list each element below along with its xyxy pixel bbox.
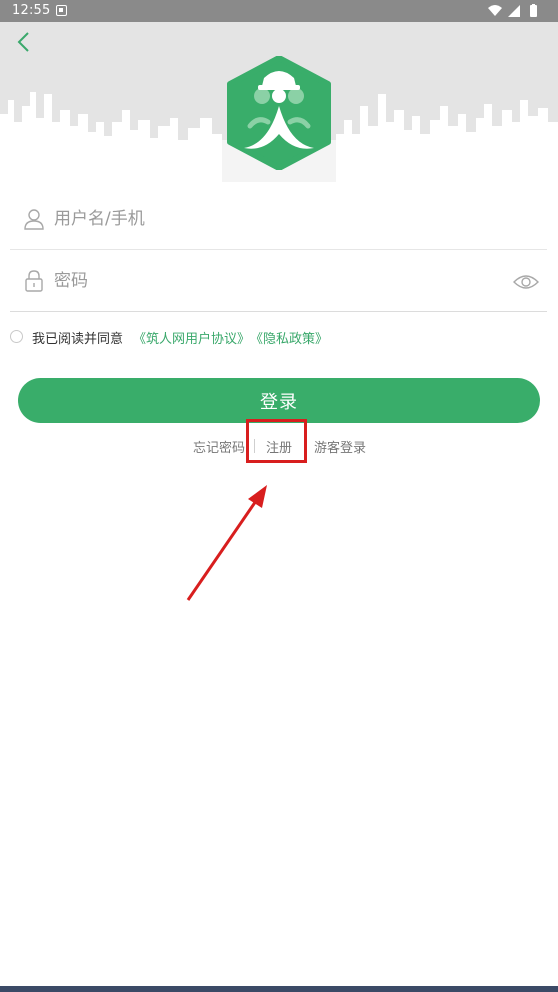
battery-icon (530, 5, 537, 17)
eye-icon[interactable] (513, 272, 539, 292)
password-field (10, 250, 547, 312)
username-field (10, 188, 547, 250)
status-time: 12:55 (12, 3, 51, 18)
status-icons (488, 4, 537, 17)
annotation-highlight-box (246, 419, 307, 463)
login-button[interactable]: 登录 (18, 378, 540, 423)
forgot-password-link[interactable]: 忘记密码 (193, 437, 245, 456)
wifi-icon (488, 5, 502, 16)
privacy-policy-link[interactable]: 《隐私政策》 (250, 328, 328, 347)
agreement-row: 我已阅读并同意 《筑人网用户协议》 《隐私政策》 (10, 326, 550, 348)
password-input[interactable] (54, 266, 494, 296)
guest-login-link[interactable]: 游客登录 (314, 437, 366, 456)
lock-icon (25, 270, 43, 292)
user-icon (24, 209, 44, 230)
worker-hardhat-logo-icon (227, 56, 331, 170)
agreement-checkbox[interactable] (10, 330, 23, 343)
agreement-text: 我已阅读并同意 (32, 332, 124, 347)
user-agreement-link[interactable]: 《筑人网用户协议》 (133, 328, 250, 347)
notification-icon (56, 5, 67, 16)
header (0, 22, 558, 182)
username-input[interactable] (54, 204, 494, 234)
signal-icon (508, 5, 520, 17)
navigation-bar (0, 986, 558, 992)
chevron-left-icon[interactable] (12, 30, 36, 54)
status-bar: 12:55 (0, 0, 558, 22)
